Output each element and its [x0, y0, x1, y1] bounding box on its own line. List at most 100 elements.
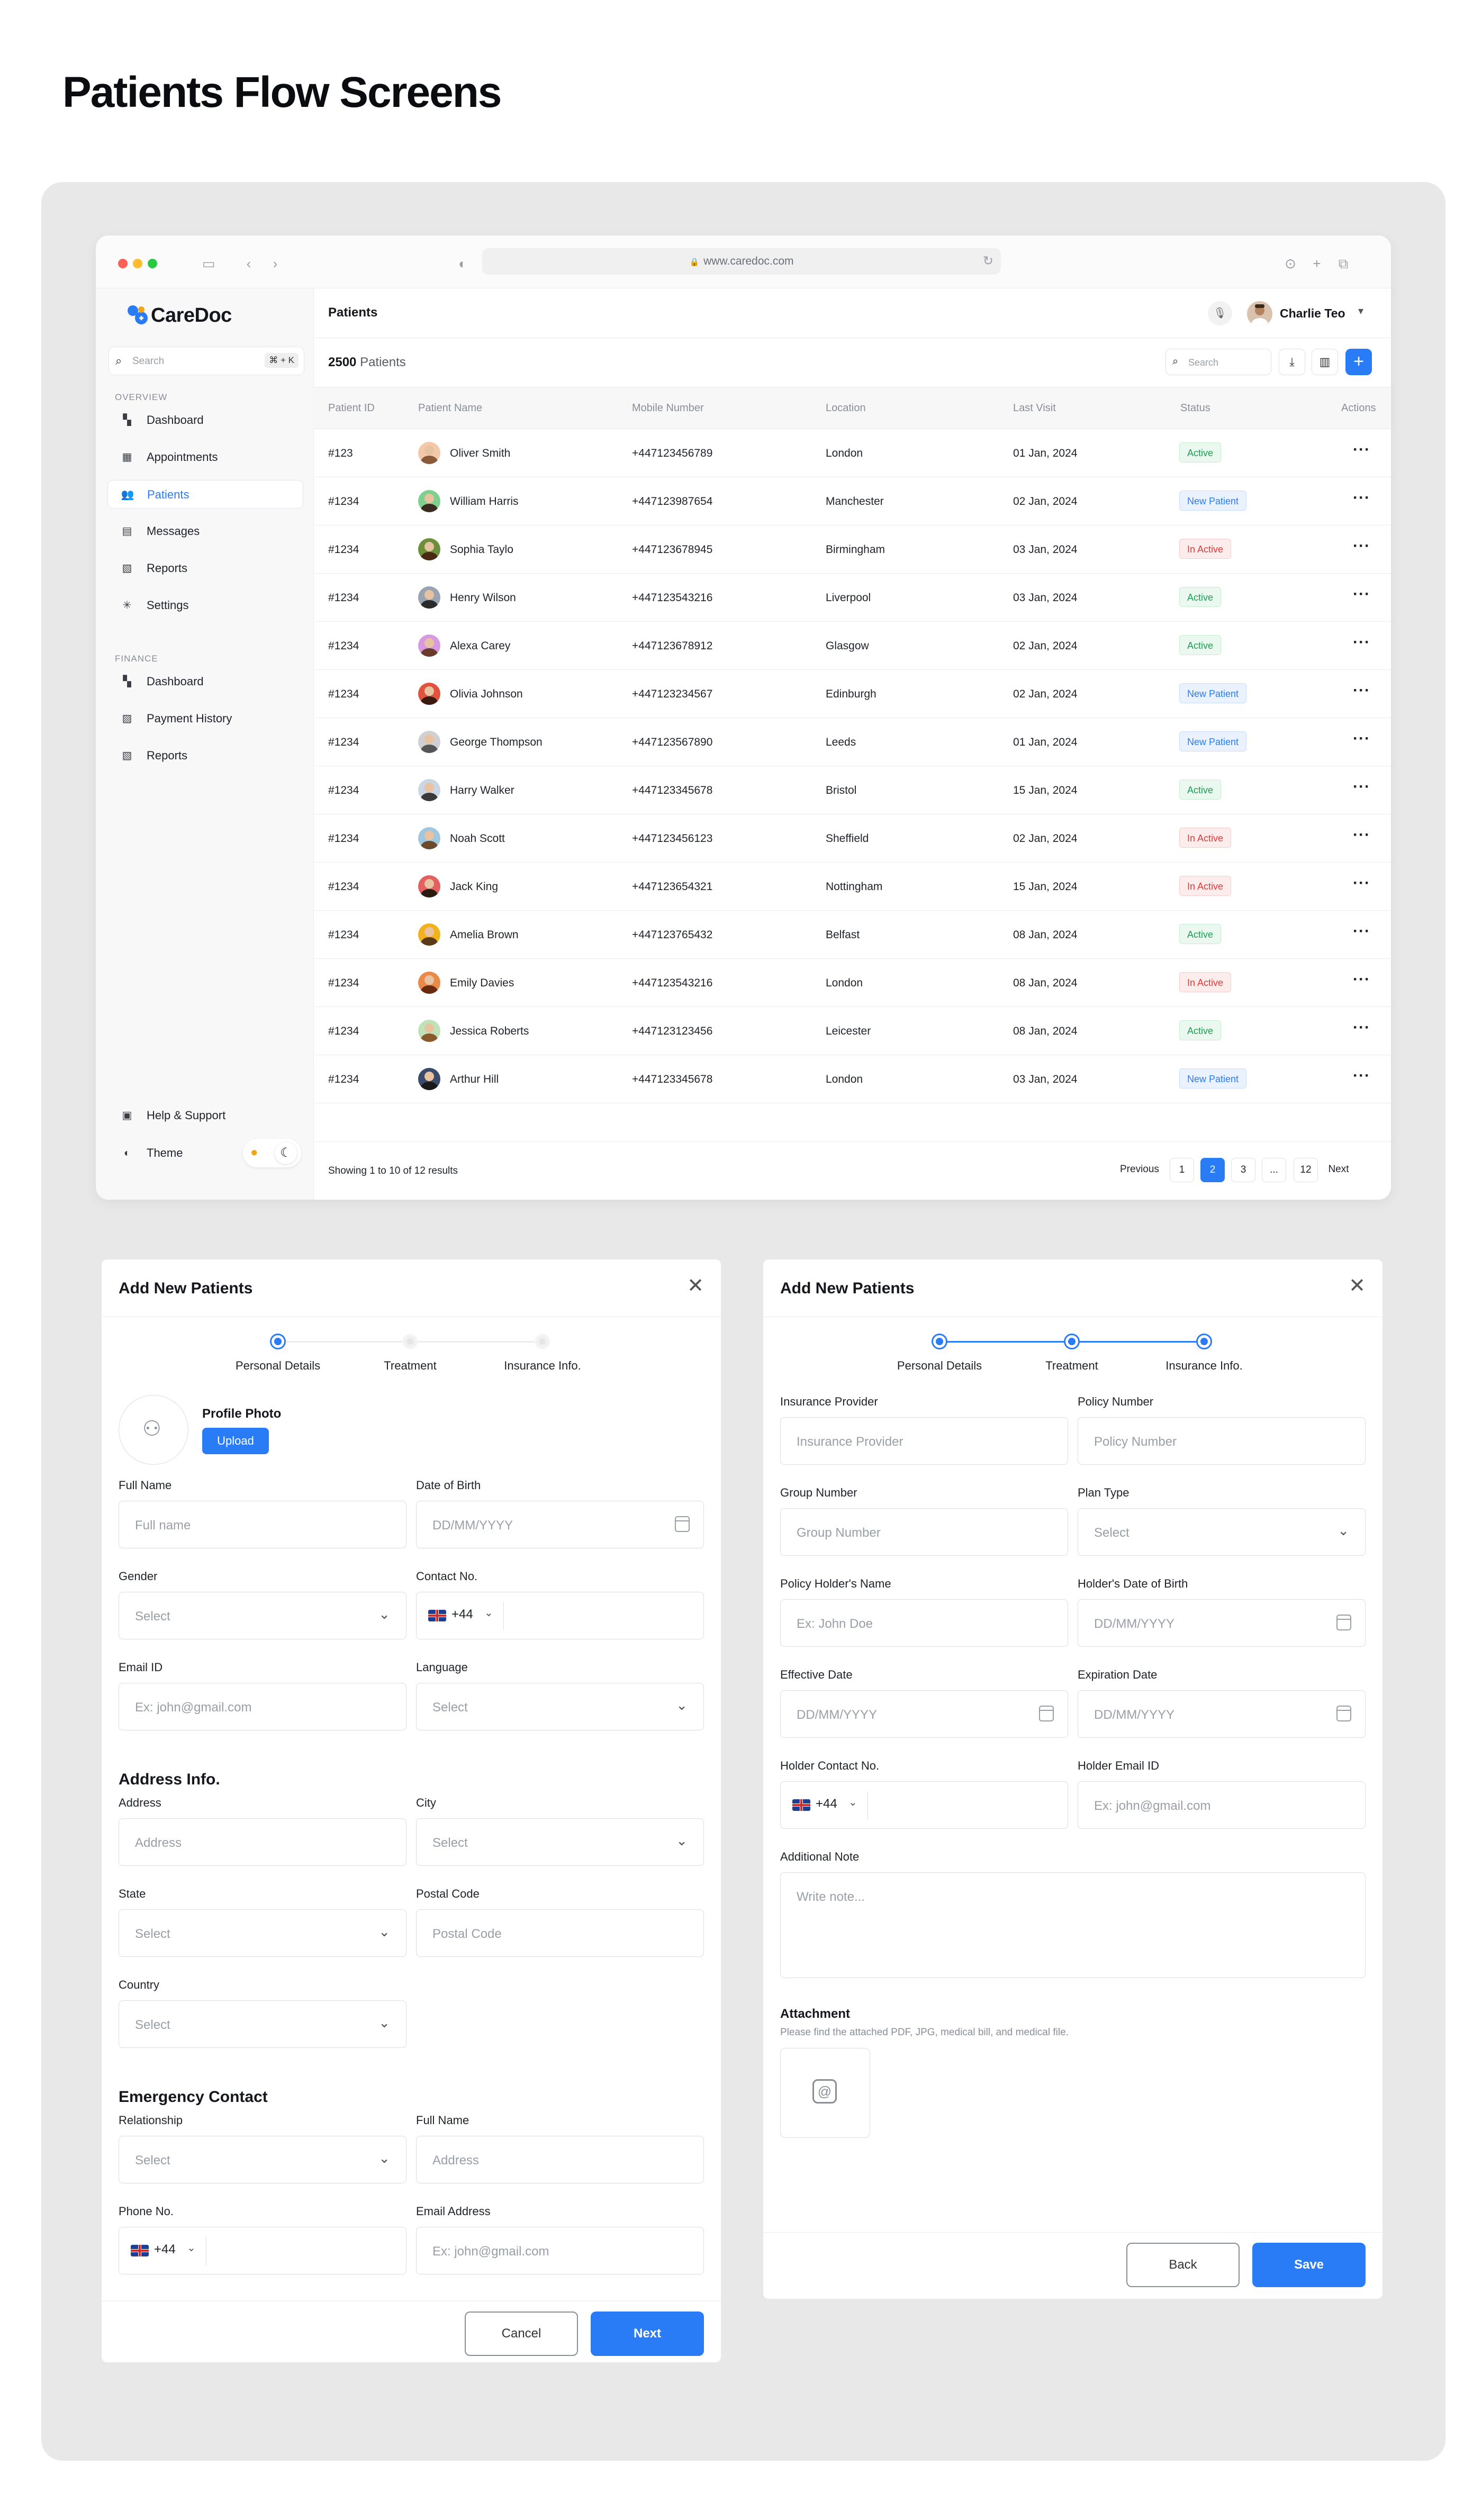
attachment-upload[interactable]: @ — [780, 2048, 870, 2138]
step-dot[interactable] — [402, 1334, 418, 1349]
column-header-patient-name[interactable]: Patient Name — [418, 402, 482, 414]
contact-number-input[interactable]: +44 ⌄ — [416, 1592, 704, 1639]
close-icon[interactable]: ✕ — [1349, 1275, 1366, 1297]
save-button[interactable]: Save — [1252, 2243, 1366, 2287]
sidebar-item-reports[interactable]: ▧ Reports — [107, 554, 303, 583]
policy-number-input[interactable]: Policy Number — [1078, 1417, 1366, 1465]
table-row[interactable]: #1234 Jack King +447123654321 Nottingham 15 … — [314, 863, 1391, 911]
emergency-full-name-input[interactable]: Address — [416, 2136, 704, 2183]
country-select[interactable]: Select ⌄ — [119, 2000, 406, 2048]
table-row[interactable]: #1234 Alexa Carey +447123678912 Glasgow 02 J… — [314, 622, 1391, 670]
email-input[interactable]: Ex: john@gmail.com — [119, 1683, 406, 1730]
relationship-select[interactable]: Select ⌄ — [119, 2136, 406, 2183]
user-name[interactable]: Charlie Teo — [1280, 306, 1345, 321]
page-button[interactable]: ... — [1262, 1158, 1286, 1182]
more-actions-icon[interactable]: ··· — [1353, 874, 1370, 892]
sidebar-item-appointments[interactable]: ▦ Appointments — [107, 443, 303, 472]
table-row[interactable]: #1234 Jessica Roberts +447123123456 Leicest… — [314, 1007, 1391, 1055]
table-row[interactable]: #1234 Arthur Hill +447123345678 London 03 Ja… — [314, 1055, 1391, 1103]
more-actions-icon[interactable]: ··· — [1353, 971, 1370, 989]
table-row[interactable]: #1234 Sophia Taylo +447123678945 Birmingham… — [314, 525, 1391, 574]
back-button[interactable]: Back — [1126, 2243, 1240, 2287]
maximize-window-dot[interactable] — [148, 259, 157, 268]
language-select[interactable]: Select ⌄ — [416, 1683, 704, 1730]
holder-name-input[interactable]: Ex: John Doe — [780, 1599, 1068, 1647]
cancel-button[interactable]: Cancel — [465, 2311, 578, 2356]
sidebar-toggle-icon[interactable]: ▭ — [200, 255, 218, 273]
chevron-down-icon[interactable]: ▾ — [1358, 304, 1363, 318]
column-header-actions[interactable]: Actions — [1341, 402, 1376, 414]
tabs-icon[interactable]: ⧉ — [1334, 255, 1352, 273]
holder-contact-input[interactable]: +44 ⌄ — [780, 1781, 1068, 1829]
plan-type-select[interactable]: Select ⌄ — [1078, 1508, 1366, 1556]
shield-icon[interactable]: ◐ — [454, 255, 472, 273]
back-icon[interactable]: ‹ — [240, 255, 258, 273]
more-actions-icon[interactable]: ··· — [1353, 730, 1370, 748]
group-number-input[interactable]: Group Number — [780, 1508, 1068, 1556]
postal-code-input[interactable]: Postal Code — [416, 1909, 704, 1957]
previous-page-button[interactable]: Previous — [1120, 1158, 1159, 1182]
more-actions-icon[interactable]: ··· — [1353, 922, 1370, 940]
close-icon[interactable]: ✕ — [687, 1275, 704, 1297]
gender-select[interactable]: Select ⌄ — [119, 1592, 406, 1639]
more-actions-icon[interactable]: ··· — [1353, 441, 1370, 459]
sidebar-item-reports[interactable]: ▧ Reports — [107, 741, 303, 770]
microphone-icon[interactable]: 🎙 — [1208, 301, 1232, 325]
reload-icon[interactable]: ↻ — [983, 248, 993, 275]
new-tab-icon[interactable]: + — [1308, 255, 1326, 273]
table-search-input[interactable]: ⌕ Search — [1165, 349, 1271, 375]
column-header-mobile-number[interactable]: Mobile Number — [632, 402, 704, 414]
step-dot[interactable] — [270, 1334, 286, 1349]
column-header-patient-id[interactable]: Patient ID — [328, 402, 375, 414]
column-header-status[interactable]: Status — [1180, 402, 1210, 414]
sidebar-item-messages[interactable]: ▤ Messages — [107, 517, 303, 546]
more-actions-icon[interactable]: ··· — [1353, 585, 1370, 603]
holder-dob-input[interactable]: DD/MM/YYYY — [1078, 1599, 1366, 1647]
close-window-dot[interactable] — [118, 259, 128, 268]
state-select[interactable]: Select ⌄ — [119, 1909, 406, 1957]
insurance-provider-input[interactable]: Insurance Provider — [780, 1417, 1068, 1465]
more-actions-icon[interactable]: ··· — [1353, 489, 1370, 507]
expiration-date-input[interactable]: DD/MM/YYYY — [1078, 1690, 1366, 1738]
table-row[interactable]: #123 Oliver Smith +447123456789 London 01 Ja… — [314, 429, 1391, 477]
sidebar-item-dashboard[interactable]: ▚ Dashboard — [107, 667, 303, 696]
theme-toggle[interactable]: ● ☾ — [243, 1139, 301, 1167]
table-row[interactable]: #1234 Emily Davies +447123543216 London 08 J… — [314, 959, 1391, 1007]
step-dot[interactable] — [535, 1334, 550, 1349]
more-actions-icon[interactable]: ··· — [1353, 633, 1370, 651]
table-row[interactable]: #1234 Harry Walker +447123345678 Bristol 15 … — [314, 766, 1391, 814]
step-dot[interactable] — [1064, 1334, 1080, 1349]
column-header-location[interactable]: Location — [826, 402, 866, 414]
city-select[interactable]: Select ⌄ — [416, 1818, 704, 1866]
emergency-email-input[interactable]: Ex: john@gmail.com — [416, 2227, 704, 2274]
table-row[interactable]: #1234 William Harris +447123987654 Manchest… — [314, 477, 1391, 525]
table-row[interactable]: #1234 Olivia Johnson +447123234567 Edinburg… — [314, 670, 1391, 718]
download-icon[interactable]: ⊙ — [1281, 255, 1299, 273]
download-button[interactable]: ⤓ — [1279, 349, 1305, 375]
forward-icon[interactable]: › — [266, 255, 284, 273]
add-patient-button[interactable]: + — [1345, 349, 1372, 375]
table-row[interactable]: #1234 Noah Scott +447123456123 Sheffield 02 … — [314, 814, 1391, 863]
more-actions-icon[interactable]: ··· — [1353, 1067, 1370, 1085]
more-actions-icon[interactable]: ··· — [1353, 537, 1370, 555]
minimize-window-dot[interactable] — [133, 259, 142, 268]
column-header-last-visit[interactable]: Last Visit — [1013, 402, 1056, 414]
next-page-button[interactable]: Next — [1326, 1158, 1351, 1182]
avatar[interactable] — [1247, 301, 1272, 327]
next-button[interactable]: Next — [591, 2311, 704, 2356]
page-button[interactable]: 12 — [1294, 1158, 1318, 1182]
address-input[interactable]: Address — [119, 1818, 406, 1866]
table-row[interactable]: #1234 Henry Wilson +447123543216 Liverpool 0… — [314, 574, 1391, 622]
more-actions-icon[interactable]: ··· — [1353, 778, 1370, 796]
table-row[interactable]: #1234 George Thompson +447123567890 Leeds 01… — [314, 718, 1391, 766]
sidebar-item-dashboard[interactable]: ▚ Dashboard — [107, 406, 303, 434]
sidebar-item-patients[interactable]: 👥 Patients — [107, 480, 303, 509]
sidebar-item-settings[interactable]: ✳ Settings — [107, 591, 303, 620]
table-row[interactable]: #1234 Amelia Brown +447123765432 Belfast 08 … — [314, 911, 1391, 959]
more-actions-icon[interactable]: ··· — [1353, 1019, 1370, 1037]
full-name-input[interactable]: Full name — [119, 1501, 406, 1548]
additional-note-textarea[interactable]: Write note... — [780, 1872, 1366, 1978]
page-button[interactable]: 2 — [1200, 1158, 1225, 1182]
sidebar-item-payment-history[interactable]: ▨ Payment History — [107, 704, 303, 733]
step-dot[interactable] — [932, 1334, 947, 1349]
